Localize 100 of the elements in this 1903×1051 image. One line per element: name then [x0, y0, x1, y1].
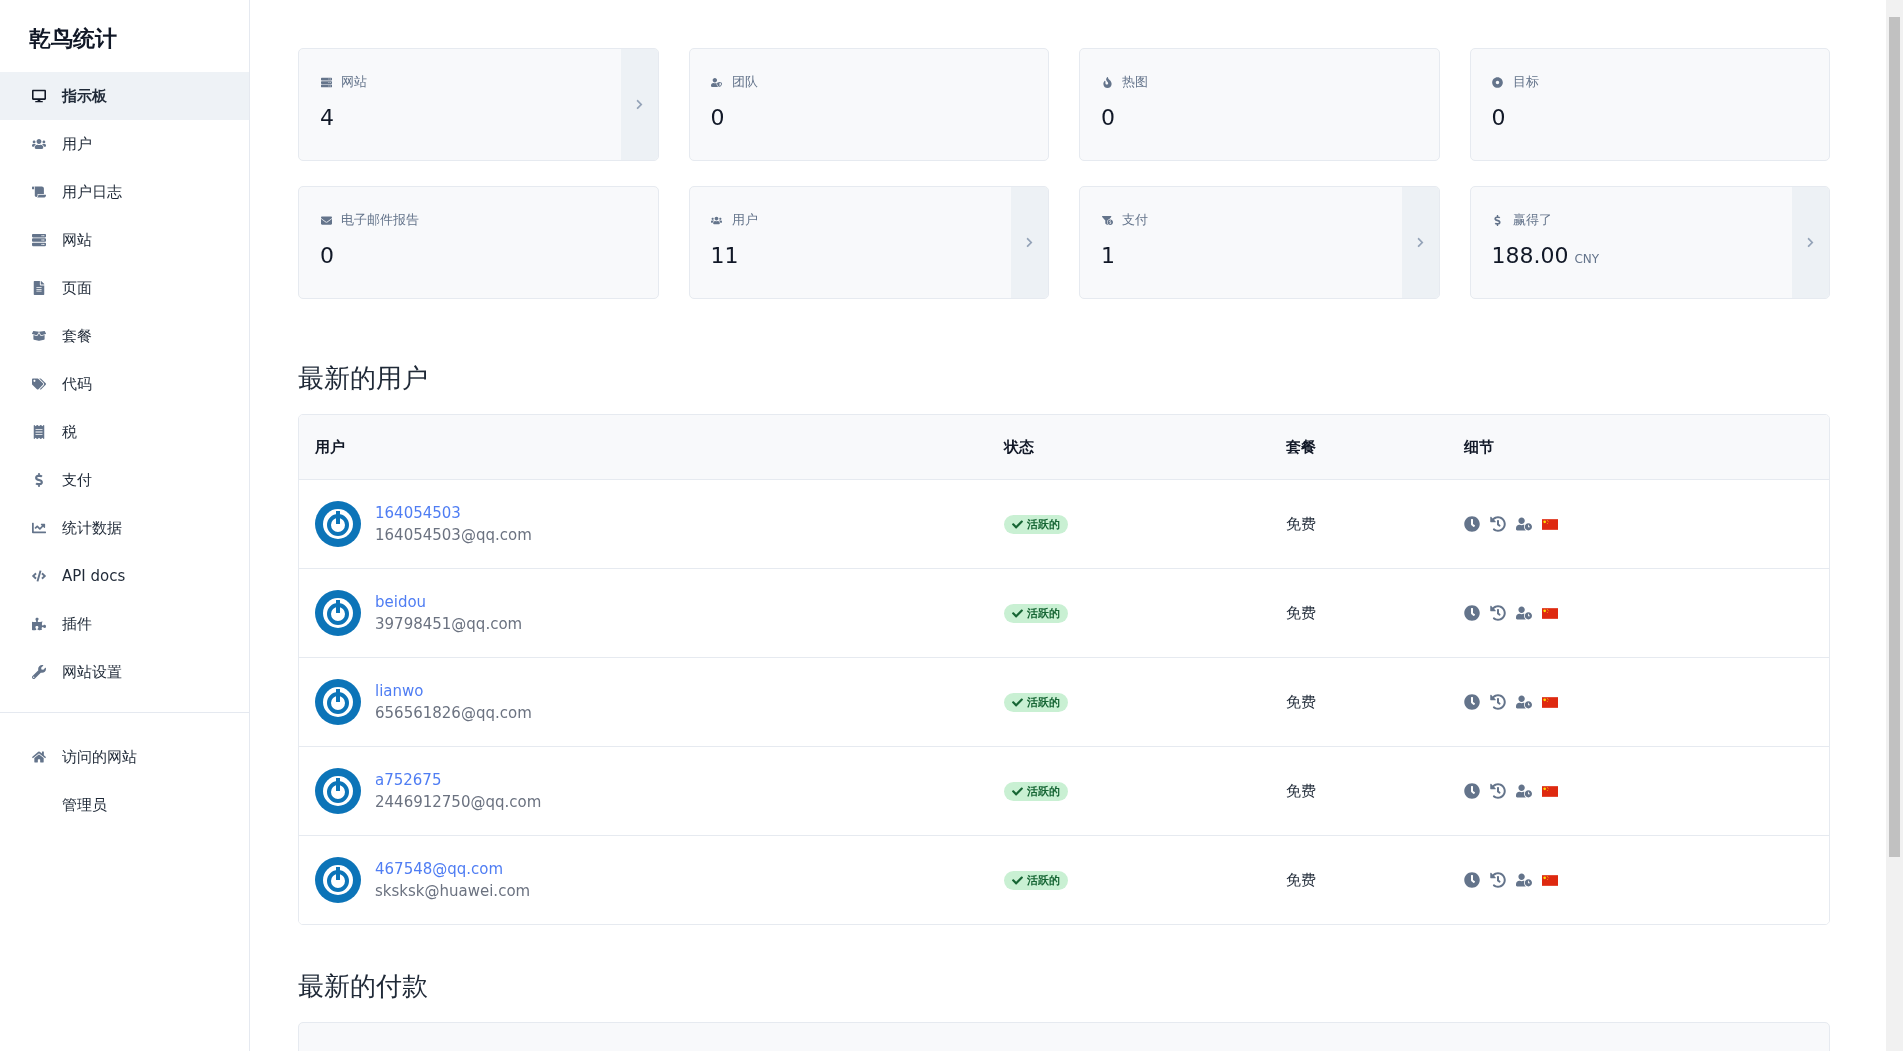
user-email: sksksk@huawei.com [375, 882, 531, 900]
chevron-link[interactable] [1011, 187, 1048, 298]
avatar-icon [315, 857, 361, 903]
stat-label: 赢得了 [1512, 211, 1552, 229]
stat-label: 电子邮件报告 [341, 211, 419, 229]
envelope-icon [320, 214, 332, 226]
sidebar-item[interactable]: 访问的网站 [0, 733, 249, 781]
user-name-link[interactable]: 164054503 [375, 504, 532, 522]
check-icon [1012, 518, 1023, 530]
flag-icon [1542, 607, 1558, 619]
stat-label: 用户 [731, 211, 758, 229]
sidebar-item[interactable]: 支付 [0, 456, 249, 504]
plan-text: 免费 [1286, 514, 1317, 534]
chevron-right-icon [1024, 237, 1035, 248]
plan-text: 免费 [1286, 781, 1317, 801]
puzzle-icon [30, 617, 48, 631]
status-badge: 活跃的 [1004, 870, 1068, 890]
user-clock-icon [1516, 605, 1532, 621]
stat-label: 目标 [1512, 73, 1539, 91]
user-name-link[interactable]: 467548@qq.com [375, 860, 531, 878]
sidebar-item[interactable]: 用户 [0, 120, 249, 168]
sidebar-item[interactable]: 网站 [0, 216, 249, 264]
flag-icon [1542, 874, 1558, 886]
sidebar-item[interactable]: 用户日志 [0, 168, 249, 216]
sidebar-item[interactable]: 代码 [0, 360, 249, 408]
flame-icon [1101, 76, 1113, 88]
clock-icon [1464, 605, 1480, 621]
check-icon [1012, 607, 1023, 619]
column-header: 套餐 [1286, 437, 1317, 457]
column-header: 用户 [315, 437, 346, 457]
section-title: 最新的付款 [298, 970, 429, 1003]
monitor-icon [30, 89, 48, 103]
stat-value: 4 [320, 105, 334, 130]
avatar-icon [315, 501, 361, 547]
brand-title: 乾鸟统计 [28, 25, 118, 53]
stat-label: 支付 [1122, 211, 1148, 229]
chevron-link[interactable] [620, 49, 658, 160]
sidebar-item[interactable]: 税 [0, 408, 249, 456]
clock-icon [1464, 516, 1480, 532]
status-badge: 活跃的 [1004, 514, 1068, 534]
user-name-link[interactable]: beidou [375, 593, 523, 611]
history-icon [1490, 872, 1506, 888]
user-email: 39798451@qq.com [375, 615, 523, 633]
status-badge: 活跃的 [1004, 603, 1068, 623]
avatar-icon [315, 590, 361, 636]
sidebar-item[interactable]: 插件 [0, 600, 249, 648]
stat-value: 0 [1491, 105, 1506, 130]
chevron-link[interactable] [1792, 187, 1829, 298]
avatar-icon [315, 679, 361, 725]
stat-value: 11 [710, 243, 739, 268]
server-icon [320, 76, 332, 88]
status-badge: 活跃的 [1004, 781, 1068, 801]
user-email: 656561826@qq.com [375, 704, 532, 722]
server-icon [30, 233, 48, 247]
users-icon [30, 137, 48, 151]
history-icon [1490, 516, 1506, 532]
user-email: 2446912750@qq.com [375, 793, 542, 811]
flag-icon [1542, 696, 1558, 708]
section-title: 最新的用户 [298, 362, 429, 395]
check-icon [1012, 874, 1023, 886]
target-icon [1491, 76, 1504, 88]
users-icon [710, 214, 723, 226]
plan-text: 免费 [1286, 692, 1317, 712]
sidebar-item[interactable]: 管理员 [0, 781, 249, 829]
chevron-right-icon [1805, 237, 1816, 248]
box-icon [30, 329, 48, 343]
stat-label: 团队 [731, 73, 758, 91]
user-shield-icon [710, 76, 723, 88]
scrollbar[interactable] [1886, 0, 1903, 1051]
sidebar-item[interactable]: 套餐 [0, 312, 249, 360]
stat-value: 1 [1101, 243, 1115, 268]
clock-icon [1464, 783, 1480, 799]
column-header: 状态 [1004, 437, 1035, 457]
stat-label: 网站 [341, 73, 367, 91]
wrench-icon [30, 665, 48, 679]
history-icon [1490, 783, 1506, 799]
sidebar-item[interactable]: 指示板 [0, 72, 249, 120]
sidebar-item[interactable]: 网站设置 [0, 648, 249, 696]
plan-text: 免费 [1286, 870, 1317, 890]
stat-value: 0 [320, 243, 334, 268]
user-name-link[interactable]: lianwo [375, 682, 532, 700]
user-clock-icon [1516, 516, 1532, 532]
stat-label: 热图 [1122, 73, 1148, 91]
check-icon [1012, 696, 1023, 708]
clock-icon [1464, 694, 1480, 710]
user-name-link[interactable]: a752675 [375, 771, 542, 789]
user-clock-icon [1516, 783, 1532, 799]
history-icon [1490, 694, 1506, 710]
stat-value: 0 [710, 105, 725, 130]
chevron-link[interactable] [1401, 187, 1439, 298]
sidebar-item[interactable]: 统计数据 [0, 504, 249, 552]
flag-icon [1542, 518, 1558, 530]
sidebar-item[interactable]: API docs [0, 552, 249, 600]
user-clock-icon [1516, 872, 1532, 888]
user-clock-icon [1516, 694, 1532, 710]
currency-unit: CNY [1574, 252, 1600, 266]
clock-icon [1464, 872, 1480, 888]
avatar-icon [315, 768, 361, 814]
code-icon [30, 569, 48, 583]
sidebar-item[interactable]: 页面 [0, 264, 249, 312]
